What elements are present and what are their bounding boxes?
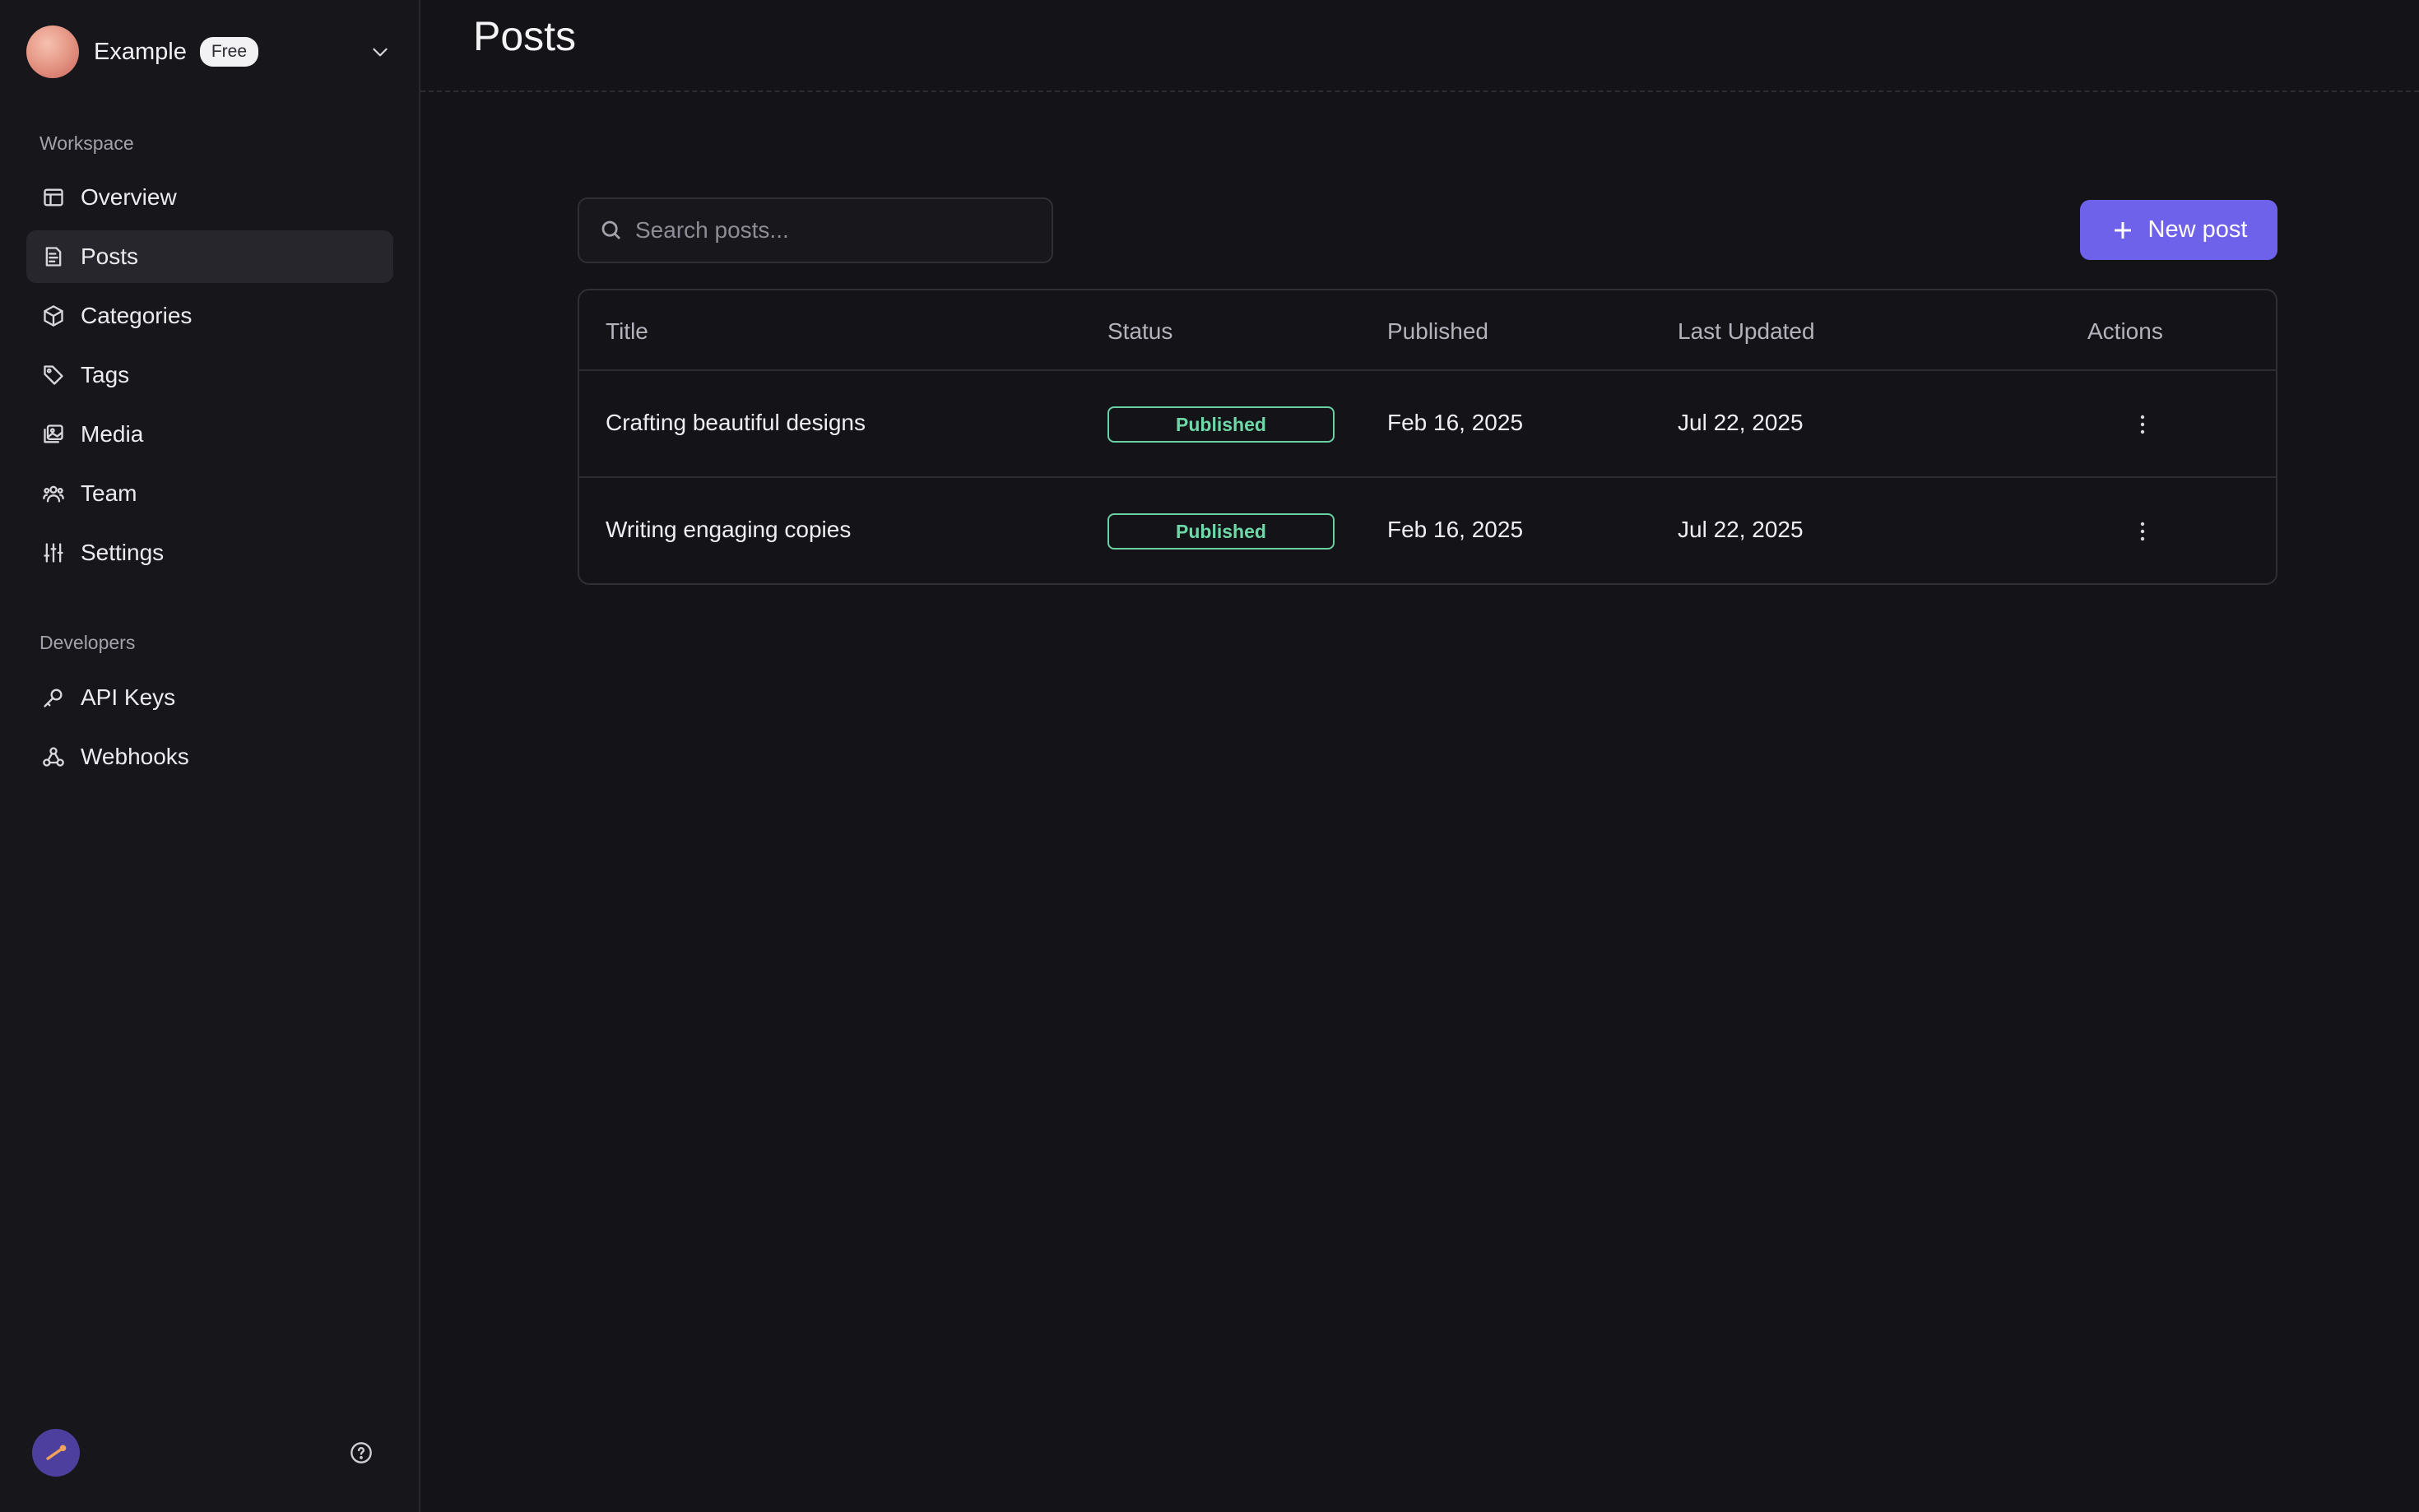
plan-badge: Free [199, 37, 259, 67]
plus-icon [2114, 221, 2131, 239]
table-header: Title Status Published Last Updated Acti… [579, 290, 2276, 371]
column-header-title[interactable]: Title [606, 318, 648, 345]
section-label-workspace: Workspace [39, 132, 134, 154]
sidebar-item-label: Team [81, 480, 137, 506]
org-name: Example [94, 38, 187, 65]
search-box[interactable] [578, 197, 1053, 263]
section-label-developers: Developers [39, 632, 136, 653]
column-header-status[interactable]: Status [1107, 318, 1172, 345]
search-icon [601, 220, 620, 239]
box-icon [41, 304, 66, 328]
sidebar-item-media[interactable]: Media [26, 408, 393, 461]
sidebar-item-posts[interactable]: Posts [26, 230, 393, 283]
published-date: Feb 16, 2025 [1387, 517, 1524, 542]
sidebar-item-label: Media [81, 421, 144, 447]
page-header: Posts [420, 0, 2419, 92]
new-post-button[interactable]: New post [2080, 200, 2277, 260]
sidebar-item-settings[interactable]: Settings [26, 526, 393, 579]
sidebar-item-overview[interactable]: Overview [26, 171, 393, 224]
column-header-actions: Actions [2087, 318, 2163, 344]
org-switcher[interactable]: Example Free [26, 25, 393, 79]
updated-date: Jul 22, 2025 [1678, 410, 1804, 435]
sidebar-item-api-keys[interactable]: API Keys [26, 671, 393, 724]
posts-table: Title Status Published Last Updated Acti… [578, 289, 2277, 585]
status-badge: Published [1107, 513, 1335, 550]
published-date: Feb 16, 2025 [1387, 410, 1524, 435]
tag-icon [41, 363, 66, 387]
sidebar: Example Free Workspace Overview Posts Ca… [0, 0, 420, 1512]
sidebar-item-label: Tags [81, 362, 130, 387]
sidebar-item-label: Webhooks [81, 744, 189, 769]
column-header-published[interactable]: Published [1387, 318, 1488, 345]
main-content: Posts New post Title Status Published La… [420, 0, 2419, 1512]
page-title: Posts [473, 13, 577, 59]
search-input[interactable] [635, 217, 1030, 243]
table-row[interactable]: Crafting beautiful designs Published Feb… [579, 371, 2276, 478]
org-avatar [26, 26, 79, 78]
sidebar-item-tags[interactable]: Tags [26, 349, 393, 401]
user-avatar[interactable] [32, 1429, 80, 1477]
users-icon [41, 481, 66, 506]
sidebar-item-label: Overview [81, 184, 177, 210]
sidebar-item-label: Categories [81, 303, 193, 328]
sidebar-item-label: API Keys [81, 684, 176, 710]
sidebar-item-label: Settings [81, 540, 165, 565]
document-icon [41, 244, 66, 269]
table-row[interactable]: Writing engaging copies Published Feb 16… [579, 478, 2276, 583]
new-post-label: New post [2147, 216, 2248, 243]
help-icon[interactable] [348, 1440, 374, 1466]
more-vertical-icon[interactable] [2126, 515, 2159, 548]
sidebar-item-webhooks[interactable]: Webhooks [26, 730, 393, 783]
key-icon [41, 685, 66, 710]
sidebar-item-label: Posts [81, 243, 139, 269]
sliders-icon [41, 540, 66, 565]
chevron-down-icon[interactable] [367, 39, 393, 65]
more-vertical-icon[interactable] [2126, 408, 2159, 441]
images-icon [41, 422, 66, 447]
post-title[interactable]: Writing engaging copies [606, 517, 851, 543]
webhook-icon [41, 744, 66, 769]
sidebar-item-team[interactable]: Team [26, 467, 393, 520]
updated-date: Jul 22, 2025 [1678, 517, 1804, 542]
post-title[interactable]: Crafting beautiful designs [606, 410, 866, 436]
column-header-last-updated[interactable]: Last Updated [1678, 318, 1815, 345]
layout-icon [41, 185, 66, 210]
sidebar-item-categories[interactable]: Categories [26, 290, 393, 342]
status-badge: Published [1107, 406, 1335, 443]
